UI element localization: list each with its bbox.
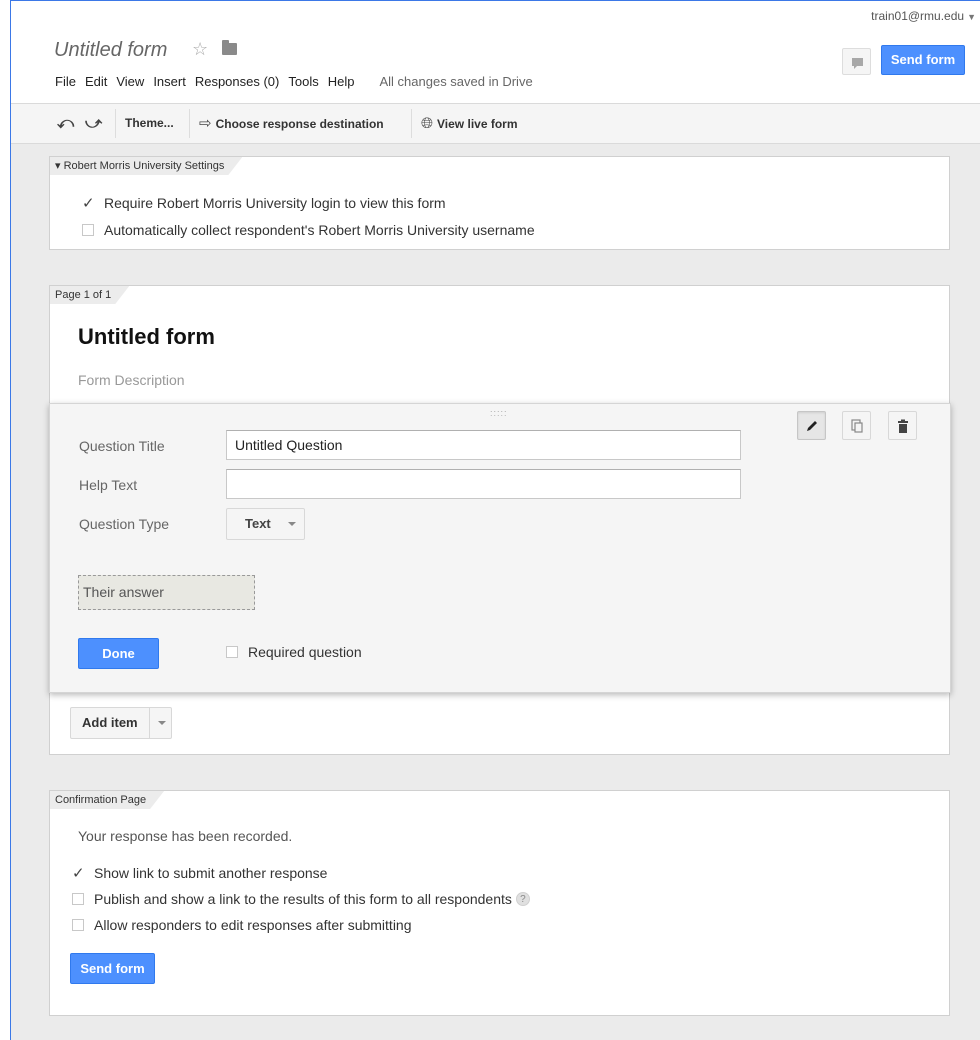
redo-button[interactable]: ⤻: [85, 104, 102, 143]
confirmation-tab: Confirmation Page: [50, 791, 164, 809]
undo-button[interactable]: ⤺: [57, 104, 74, 143]
publish-results-checkbox[interactable]: [72, 893, 84, 905]
comments-button[interactable]: [842, 48, 871, 75]
menu-file[interactable]: File: [55, 74, 76, 89]
export-icon: ⇨: [199, 115, 212, 132]
document-title[interactable]: Untitled form: [54, 39, 167, 62]
toolbar-divider: [189, 109, 190, 138]
caret-down-icon: ▾: [55, 160, 64, 172]
done-button[interactable]: Done: [78, 638, 159, 669]
help-icon[interactable]: ?: [515, 892, 530, 906]
menu-bar: File Edit View Insert Responses (0) Tool…: [55, 74, 533, 89]
form-title[interactable]: Untitled form: [78, 324, 215, 350]
question-type-select[interactable]: Text: [226, 508, 305, 540]
app-window: Untitled form ☆ File Edit View Insert Re…: [10, 0, 980, 1040]
comment-icon: [852, 58, 863, 69]
undo-icon: ⤺: [57, 115, 75, 132]
submit-another-checkbox[interactable]: [72, 864, 85, 882]
answer-preview: Their answer: [78, 575, 255, 610]
toolbar: ⤺ ⤻ Theme... ⇨ Choose response destinatio…: [11, 104, 980, 144]
menu-responses[interactable]: Responses (0): [195, 74, 280, 89]
form-description-input[interactable]: Form Description: [78, 372, 185, 388]
chevron-down-icon: [288, 522, 296, 526]
chevron-down-icon[interactable]: [158, 721, 166, 725]
settings-panel: ▾ Robert Morris University Settings Requ…: [49, 156, 950, 250]
add-item-label: Add item: [82, 715, 138, 730]
duplicate-icon: [851, 419, 863, 433]
duplicate-button[interactable]: [842, 411, 871, 440]
question-title-input[interactable]: [226, 430, 741, 460]
button-divider: [149, 708, 150, 738]
header: Untitled form ☆ File Edit View Insert Re…: [11, 1, 980, 104]
send-form-button[interactable]: Send form: [881, 45, 965, 75]
confirmation-message[interactable]: Your response has been recorded.: [78, 828, 292, 844]
save-status: All changes saved in Drive: [379, 74, 533, 89]
publish-results-option[interactable]: Publish and show a link to the results o…: [72, 891, 530, 907]
add-item-button[interactable]: Add item: [70, 707, 172, 739]
question-type-label: Question Type: [79, 516, 170, 532]
require-login-label: Require Robert Morris University login t…: [104, 195, 446, 211]
response-destination-label: Choose response destination: [215, 117, 384, 131]
delete-button[interactable]: [888, 411, 917, 440]
submit-another-option[interactable]: Show link to submit another response: [72, 864, 328, 882]
folder-icon[interactable]: [222, 40, 237, 55]
view-live-form-button[interactable]: 🌐︎ View live form: [421, 104, 518, 143]
view-live-form-label: View live form: [437, 117, 518, 131]
require-login-checkbox[interactable]: [82, 194, 95, 212]
redo-icon: ⤻: [85, 115, 103, 132]
required-question-label: Required question: [248, 644, 362, 660]
toolbar-divider: [115, 109, 116, 138]
menu-view[interactable]: View: [116, 74, 144, 89]
trash-icon: [898, 419, 908, 433]
edit-responses-checkbox[interactable]: [72, 919, 84, 931]
globe-link-icon: 🌐︎: [421, 115, 434, 132]
question-editor[interactable]: ::::: Question Title Help Text Question …: [49, 403, 951, 693]
help-text-label: Help Text: [79, 477, 138, 493]
submit-another-label: Show link to submit another response: [94, 865, 328, 881]
star-icon[interactable]: ☆: [192, 39, 208, 60]
require-login-option[interactable]: Require Robert Morris University login t…: [82, 194, 446, 212]
help-text-input[interactable]: [226, 469, 741, 499]
user-email: train01@rmu.edu: [871, 9, 965, 23]
collect-username-label: Automatically collect respondent's Rober…: [104, 222, 535, 238]
question-title-label: Question Title: [79, 438, 165, 454]
confirmation-panel: Confirmation Page Your response has been…: [49, 790, 950, 1016]
response-destination-button[interactable]: ⇨ Choose response destination: [199, 104, 384, 143]
menu-insert[interactable]: Insert: [153, 74, 186, 89]
question-type-value: Text: [245, 516, 271, 531]
settings-tab-label: Robert Morris University Settings: [63, 160, 225, 172]
required-question-checkbox[interactable]: [226, 646, 238, 658]
menu-tools[interactable]: Tools: [288, 74, 318, 89]
settings-tab[interactable]: ▾ Robert Morris University Settings: [50, 157, 242, 175]
toolbar-divider: [411, 109, 412, 138]
drag-handle-icon[interactable]: :::::: [490, 408, 508, 418]
theme-button[interactable]: Theme...: [125, 104, 174, 143]
edit-responses-label: Allow responders to edit responses after…: [94, 917, 412, 933]
publish-results-label: Publish and show a link to the results o…: [94, 891, 512, 907]
page-tab: Page 1 of 1: [50, 286, 129, 304]
menu-help[interactable]: Help: [328, 74, 355, 89]
collect-username-option[interactable]: Automatically collect respondent's Rober…: [82, 222, 535, 238]
required-question-option[interactable]: Required question: [226, 644, 362, 660]
edit-button[interactable]: [797, 411, 826, 440]
chevron-down-icon: ▼: [967, 12, 976, 22]
menu-edit[interactable]: Edit: [85, 74, 107, 89]
edit-responses-option[interactable]: Allow responders to edit responses after…: [72, 917, 412, 933]
account-menu[interactable]: train01@rmu.edu ▼: [871, 9, 976, 23]
send-form-button-bottom[interactable]: Send form: [70, 953, 155, 984]
collect-username-checkbox[interactable]: [82, 224, 94, 236]
pencil-icon: [807, 421, 817, 431]
